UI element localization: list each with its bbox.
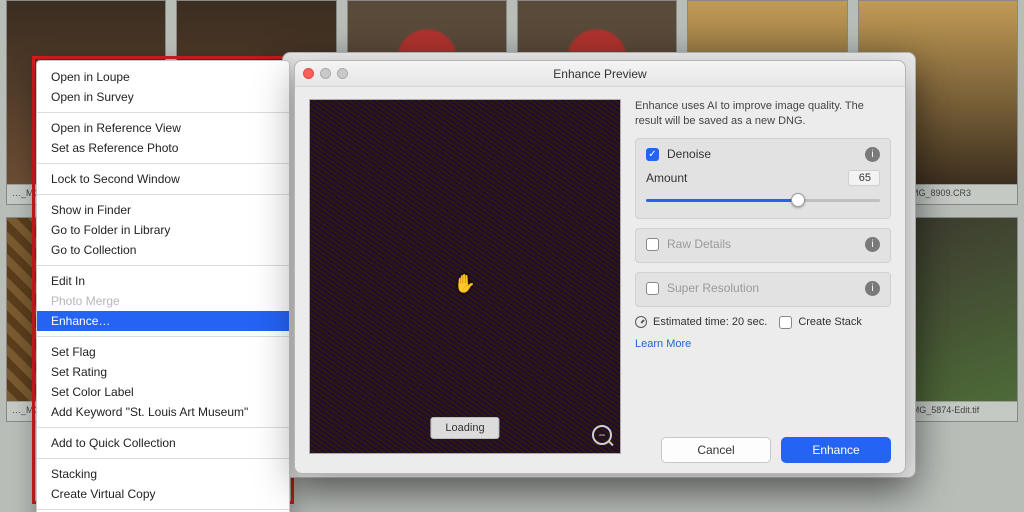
menu-separator xyxy=(37,336,289,337)
menu-separator xyxy=(37,509,289,510)
menu-item[interactable]: Show in Finder xyxy=(37,200,289,220)
menu-item[interactable]: Open in Loupe xyxy=(37,67,289,87)
amount-slider[interactable] xyxy=(646,192,880,208)
denoise-panel: ✓ Denoise i Amount 65 xyxy=(635,138,891,219)
menu-item[interactable]: Set Rating xyxy=(37,362,289,382)
menu-separator xyxy=(37,265,289,266)
estimated-time: Estimated time: 20 sec. xyxy=(653,316,767,328)
menu-item[interactable]: Lock to Second Window xyxy=(37,169,289,189)
learn-more-link[interactable]: Learn More xyxy=(635,338,691,350)
dialog-description: Enhance uses AI to improve image quality… xyxy=(635,99,891,129)
menu-item[interactable]: Add Keyword "St. Louis Art Museum" xyxy=(37,402,289,422)
super-res-label: Super Resolution xyxy=(667,281,759,295)
create-stack-checkbox[interactable] xyxy=(779,316,792,329)
denoise-label: Denoise xyxy=(667,147,711,161)
menu-separator xyxy=(37,458,289,459)
amount-value[interactable]: 65 xyxy=(848,170,880,186)
menu-item[interactable]: Go to Collection xyxy=(37,240,289,260)
menu-item[interactable]: Open in Reference View xyxy=(37,118,289,138)
preview-area[interactable]: ✋ Loading − xyxy=(309,99,621,454)
enhance-button[interactable]: Enhance xyxy=(781,437,891,463)
enhance-dialog: Enhance Preview ✋ Loading − Enhance uses… xyxy=(294,60,906,474)
menu-item[interactable]: Add to Quick Collection xyxy=(37,433,289,453)
zoom-icon[interactable] xyxy=(337,68,348,79)
window-controls xyxy=(303,68,348,79)
menu-item[interactable]: Edit In xyxy=(37,271,289,291)
raw-details-label: Raw Details xyxy=(667,237,731,251)
raw-details-panel: ✓ Raw Details i xyxy=(635,228,891,263)
minimize-icon[interactable] xyxy=(320,68,331,79)
dialog-titlebar[interactable]: Enhance Preview xyxy=(295,61,905,87)
menu-item[interactable]: Go to Folder in Library xyxy=(37,220,289,240)
denoise-checkbox[interactable]: ✓ xyxy=(646,148,659,161)
menu-item[interactable]: Set as Reference Photo xyxy=(37,138,289,158)
timer-icon xyxy=(635,316,647,328)
menu-item[interactable]: Enhance… xyxy=(37,311,289,331)
menu-item[interactable]: Open in Survey xyxy=(37,87,289,107)
close-icon[interactable] xyxy=(303,68,314,79)
menu-separator xyxy=(37,194,289,195)
menu-item[interactable]: Set Flag xyxy=(37,342,289,362)
menu-item[interactable]: Create Virtual Copy xyxy=(37,484,289,504)
create-stack-label: Create Stack xyxy=(798,316,862,328)
zoom-out-icon[interactable]: − xyxy=(592,425,612,445)
menu-separator xyxy=(37,427,289,428)
amount-label: Amount xyxy=(646,171,687,185)
info-icon[interactable]: i xyxy=(865,281,880,296)
menu-separator xyxy=(37,112,289,113)
menu-item[interactable]: Set Color Label xyxy=(37,382,289,402)
hand-cursor-icon: ✋ xyxy=(454,273,476,294)
menu-separator xyxy=(37,163,289,164)
info-icon[interactable]: i xyxy=(865,237,880,252)
loading-badge: Loading xyxy=(430,417,499,439)
dialog-title: Enhance Preview xyxy=(553,67,646,81)
context-menu[interactable]: Open in LoupeOpen in Survey Open in Refer… xyxy=(36,60,290,512)
info-icon[interactable]: i xyxy=(865,147,880,162)
raw-details-checkbox: ✓ xyxy=(646,238,659,251)
menu-item[interactable]: Stacking xyxy=(37,464,289,484)
menu-item: Photo Merge xyxy=(37,291,289,311)
cancel-button[interactable]: Cancel xyxy=(661,437,771,463)
super-res-checkbox xyxy=(646,282,659,295)
super-resolution-panel: Super Resolution i xyxy=(635,272,891,307)
